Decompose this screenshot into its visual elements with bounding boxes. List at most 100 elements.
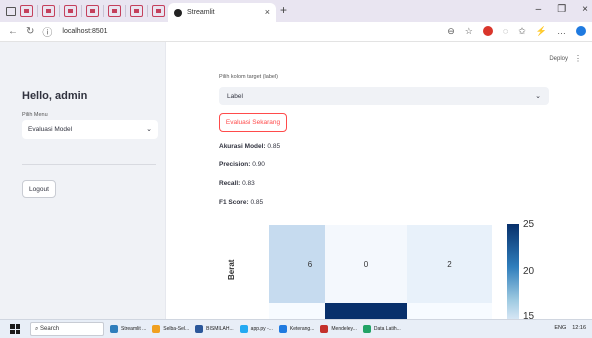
taskbar-app[interactable]: BISMILAH...	[195, 325, 234, 333]
favorites-bar-icon[interactable]: ✩	[518, 26, 526, 37]
heatmap-cell	[325, 303, 407, 319]
tab-icon-7[interactable]	[152, 5, 165, 17]
extensions-icon[interactable]: ◌	[503, 26, 508, 37]
restore-button[interactable]: ❐	[557, 4, 566, 15]
metric-recall: Recall: 0.83	[219, 180, 255, 187]
colorbar-tick: 25	[523, 219, 535, 230]
app-icon	[320, 325, 329, 333]
browser-tab-bar: Streamlit × + – ❐ ×	[0, 0, 592, 22]
metric-accuracy: Akurasi Model: 0.85	[219, 143, 280, 150]
address-bar: ← ↻ ⓘ localhost:8501 ⊖ ☆ ◌ ✩ ⚡ …	[0, 22, 592, 42]
metric-name: Akurasi Model:	[219, 143, 266, 150]
target-select-label: Pilih kolom target (label)	[219, 74, 278, 80]
extension-icon[interactable]	[482, 26, 493, 36]
heatmap-cell: 0	[325, 225, 407, 303]
app-icon	[195, 325, 204, 333]
heatmap-cell	[269, 303, 325, 319]
tab-icon-1[interactable]	[20, 5, 33, 17]
heatmap-cell	[407, 303, 492, 319]
metric-value: 0.83	[242, 180, 255, 187]
site-info-icon[interactable]: ⓘ	[42, 24, 52, 39]
metric-name: Recall:	[219, 180, 241, 187]
back-icon[interactable]: ←	[8, 26, 18, 37]
favorite-icon[interactable]: ☆	[465, 26, 473, 37]
sidebar-greeting: Hello, admin	[22, 90, 88, 102]
taskbar-app[interactable]: Keterang...	[278, 325, 315, 333]
main-content: Deploy ⋮ Pilih kolom target (label) Labe…	[167, 42, 592, 322]
heatmap-colorbar	[507, 224, 519, 319]
app-label: Data Latih...	[373, 326, 401, 332]
tab-separator	[125, 5, 126, 17]
menu-select[interactable]: Evaluasi Model ⌄	[22, 120, 158, 139]
tab-separator	[147, 5, 148, 17]
browser-toolbar-icons: ⊖ ☆ ◌ ✩ ⚡ …	[447, 26, 586, 37]
window-menu-icon[interactable]	[6, 6, 16, 16]
close-window-button[interactable]: ×	[582, 4, 588, 15]
collections-icon[interactable]: ⚡	[536, 26, 547, 37]
windows-start-icon[interactable]	[10, 324, 20, 334]
app-icon	[110, 325, 118, 333]
app-label: Mendeley...	[331, 326, 357, 332]
sidebar: Hello, admin Pilih Menu Evaluasi Model ⌄…	[0, 42, 166, 319]
tab-separator	[37, 5, 38, 17]
app-icon	[278, 325, 287, 333]
target-select-value: Label	[227, 92, 243, 100]
url-field[interactable]: localhost:8501	[62, 28, 107, 35]
tab-separator	[59, 5, 60, 17]
app-label: Selba-Sel...	[163, 326, 190, 332]
tab-separator	[81, 5, 82, 17]
main-menu-icon[interactable]: ⋮	[574, 54, 582, 63]
app-icon	[152, 325, 161, 333]
app-icon	[362, 325, 371, 333]
taskbar-app[interactable]: app.py -...	[239, 325, 273, 333]
tab-icon-3[interactable]	[64, 5, 77, 17]
tab-icon-5[interactable]	[108, 5, 121, 17]
tab-icon-4[interactable]	[86, 5, 99, 17]
taskbar-search[interactable]: ⌕ Search	[30, 322, 104, 336]
target-select[interactable]: Label ⌄	[219, 87, 549, 105]
logout-button[interactable]: Logout	[22, 180, 56, 198]
sidebar-divider	[22, 164, 156, 165]
deploy-button[interactable]: Deploy	[549, 56, 568, 62]
tab-streamlit[interactable]: Streamlit ×	[168, 3, 276, 22]
menu-select-value: Evaluasi Model	[28, 126, 73, 133]
heatmap-row-label: Berat	[227, 259, 236, 280]
streamlit-logo-icon	[174, 8, 182, 17]
metric-precision: Precision: 0.90	[219, 161, 265, 168]
tray-language[interactable]: ENG	[554, 325, 566, 331]
app-label: Keterang...	[289, 326, 315, 332]
tab-close-icon[interactable]: ×	[265, 7, 270, 17]
tab-icon-6[interactable]	[130, 5, 143, 17]
tab-separator	[103, 5, 104, 17]
zoom-icon[interactable]: ⊖	[447, 26, 455, 37]
heatmap-cell: 2	[407, 225, 492, 303]
more-icon[interactable]: …	[557, 26, 566, 37]
reload-icon[interactable]: ↻	[26, 26, 34, 37]
app-label: Streamlit ...	[121, 326, 147, 332]
colorbar-tick: 20	[523, 266, 535, 277]
tray-clock[interactable]: 12:16	[572, 325, 586, 331]
edge-copilot-icon[interactable]	[576, 26, 586, 36]
app-label: app.py -...	[250, 326, 273, 332]
menu-select-label: Pilih Menu	[22, 112, 48, 118]
app-icon	[239, 325, 248, 333]
metric-value: 0.85	[250, 199, 264, 206]
tab-icon-2[interactable]	[42, 5, 55, 17]
evaluate-button[interactable]: Evaluasi Sekarang	[219, 113, 287, 132]
taskbar-app[interactable]: Streamlit ...	[110, 325, 146, 333]
window-controls: – ❐ ×	[536, 4, 588, 15]
metric-name: Precision:	[219, 161, 251, 168]
taskbar-app[interactable]: Mendeley...	[320, 325, 357, 333]
chevron-down-icon: ⌄	[146, 126, 152, 133]
app-label: BISMILAH...	[206, 326, 234, 332]
metric-value: 0.85	[267, 143, 281, 150]
metric-f1: F1 Score: 0.85	[219, 199, 263, 206]
search-placeholder: Search	[40, 326, 60, 332]
tab-title: Streamlit	[187, 9, 215, 16]
chevron-down-icon: ⌄	[535, 93, 541, 100]
taskbar-app[interactable]: Selba-Sel...	[152, 325, 189, 333]
metric-name: F1 Score:	[219, 199, 249, 206]
minimize-button[interactable]: –	[536, 4, 542, 15]
new-tab-button[interactable]: +	[280, 3, 287, 17]
taskbar-app[interactable]: Data Latih...	[362, 325, 401, 333]
